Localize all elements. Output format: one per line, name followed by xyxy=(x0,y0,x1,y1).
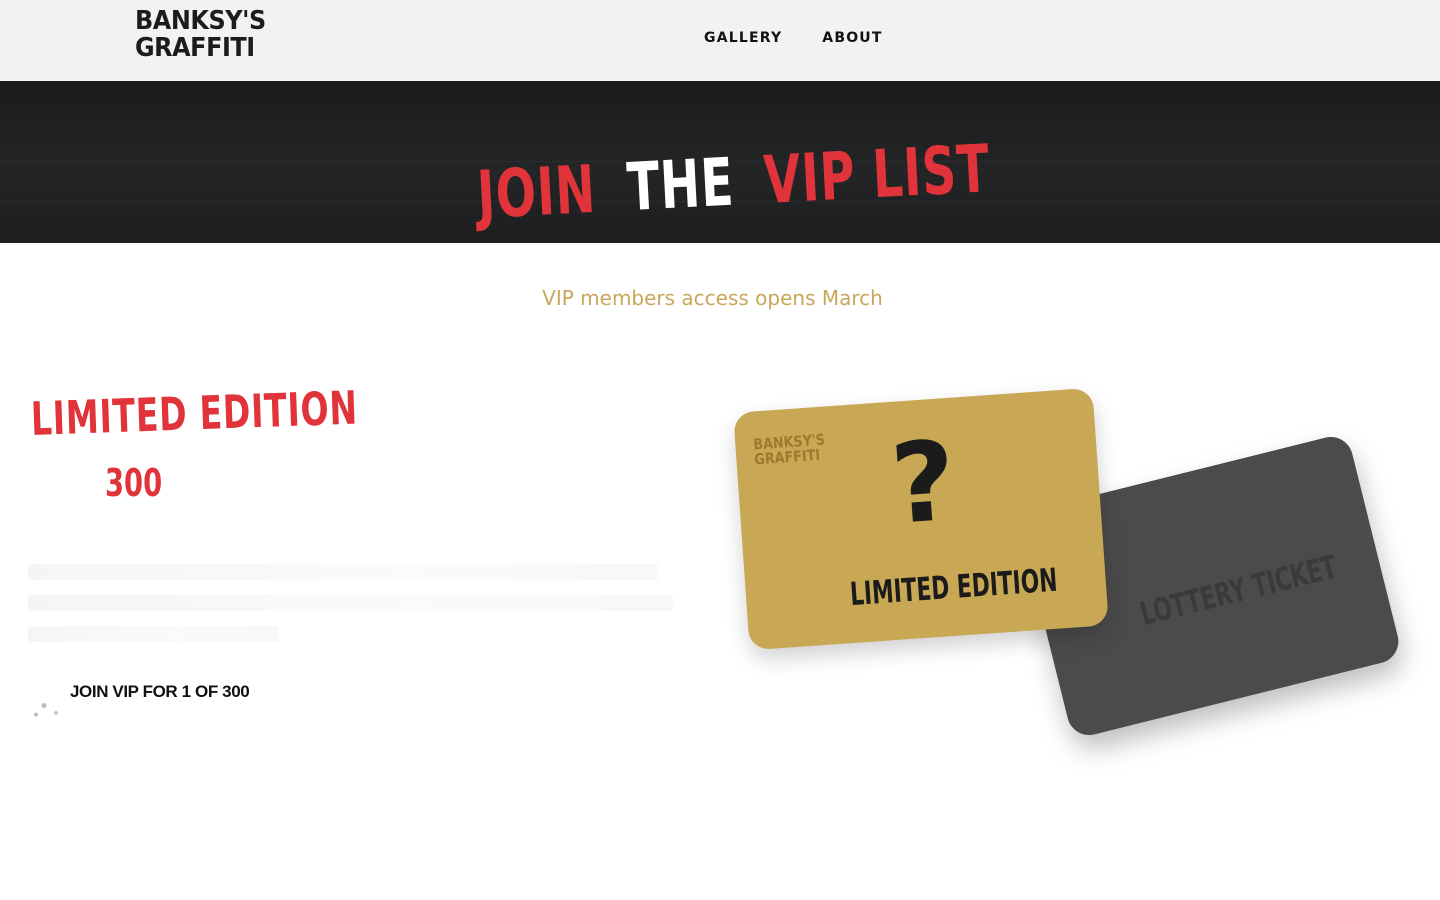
faded-description xyxy=(28,564,678,657)
lottery-ticket-label: LOTTERY TICKET xyxy=(1136,547,1341,634)
limited-edition-card: BANKSY'S GRAFFITI ? LIMITED EDITION xyxy=(733,387,1109,651)
nav-gallery-link[interactable]: GALLERY xyxy=(704,30,782,46)
card-limited-edition-label: LIMITED EDITION xyxy=(848,560,1059,614)
faded-text-line xyxy=(28,564,658,580)
hero-title-join: JOIN xyxy=(475,150,598,234)
logo-line-2: GRAFFITI xyxy=(135,33,255,63)
top-navbar: BANKSY'S GRAFFITI GALLERY ABOUT xyxy=(0,0,1440,81)
hero-title-the: THE xyxy=(625,143,737,227)
faded-text-line xyxy=(28,626,278,642)
hero-title: JOIN THE VIP LIST xyxy=(475,130,991,243)
access-subtitle: VIP members access opens March xyxy=(542,286,883,310)
faded-text-line xyxy=(28,595,673,611)
logo-line-1: BANKSY'S xyxy=(135,6,266,36)
brick-line xyxy=(0,121,1440,122)
hero-title-vip-list: VIP LIST xyxy=(761,130,992,219)
main-nav: GALLERY ABOUT xyxy=(704,30,883,46)
site-logo[interactable]: BANKSY'S GRAFFITI xyxy=(135,6,266,66)
limited-edition-heading: LIMITED EDITION xyxy=(30,380,359,446)
join-vip-button[interactable]: JOIN VIP FOR 1 OF 300 xyxy=(28,668,288,720)
question-mark-icon: ? xyxy=(887,416,960,549)
nav-about-link[interactable]: ABOUT xyxy=(822,30,882,46)
hero-banner: JOIN THE VIP LIST xyxy=(0,81,1440,243)
card-logo-line-2: GRAFFITI xyxy=(753,445,821,469)
limited-edition-count: 300 xyxy=(105,461,163,505)
card-logo: BANKSY'S GRAFFITI xyxy=(753,431,827,469)
join-vip-button-label: JOIN VIP FOR 1 OF 300 xyxy=(70,682,250,701)
